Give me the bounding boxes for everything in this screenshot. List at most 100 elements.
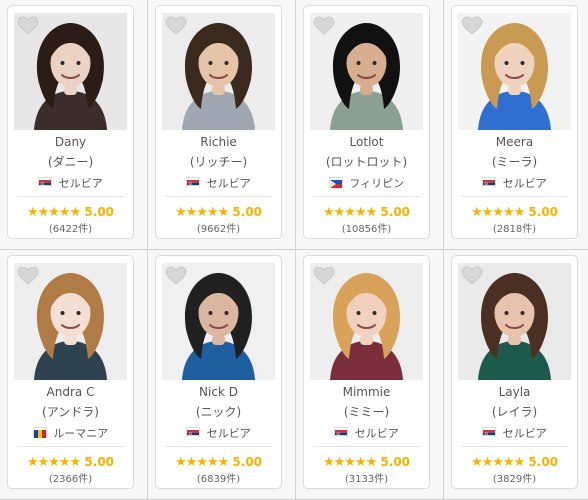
rating-value: 5.00 (528, 205, 559, 219)
teacher-cell: Andra C (アンドラ) ルーマニア ★★★★★ 5.00 (2366件) (0, 250, 148, 500)
favorite-heart-icon[interactable] (17, 266, 39, 286)
serbia-flag-icon (186, 177, 201, 188)
teacher-kana-name: (アンドラ) (42, 405, 99, 419)
teacher-photo[interactable] (310, 13, 423, 130)
teacher-country-label: セルビア (354, 427, 399, 440)
serbia-flag-icon (482, 427, 497, 438)
teacher-photo[interactable] (162, 263, 275, 380)
favorite-heart-icon[interactable] (165, 16, 187, 36)
card-divider (313, 446, 420, 447)
teacher-cell: Dany (ダニー) セルビア ★★★★★ 5.00 (6422件) (0, 0, 148, 250)
rating-stars-icon: ★★★★★ (174, 455, 229, 470)
teacher-kana-name: (ロットロット) (325, 155, 408, 169)
favorite-heart-icon[interactable] (313, 16, 335, 36)
teacher-name[interactable]: Dany (8, 135, 133, 149)
card-divider (165, 446, 272, 447)
teacher-kana-name: (レイラ) (491, 405, 538, 419)
teacher-rating: ★★★★★ 5.00 (452, 455, 577, 470)
teacher-rating: ★★★★★ 5.00 (156, 205, 281, 220)
rating-value: 5.00 (232, 205, 263, 219)
teacher-country: フィリピン (304, 175, 429, 191)
rating-stars-icon: ★★★★★ (26, 455, 81, 470)
rating-stars-icon: ★★★★★ (174, 205, 229, 220)
card-divider (17, 196, 124, 197)
teacher-country-label: セルビア (206, 177, 251, 190)
review-count: (2366件) (48, 474, 93, 485)
rating-value: 5.00 (528, 455, 559, 469)
teacher-name[interactable]: Meera (452, 135, 577, 149)
teacher-rating: ★★★★★ 5.00 (304, 205, 429, 220)
romania-flag-icon (32, 427, 47, 438)
teacher-kana-name: (ダニー) (47, 155, 94, 169)
teacher-cell: Mimmie (ミミー) セルビア ★★★★★ 5.00 (3133件) (296, 250, 444, 500)
teacher-name[interactable]: Lotlot (304, 135, 429, 149)
teacher-country: セルビア (156, 175, 281, 191)
teacher-rating: ★★★★★ 5.00 (8, 205, 133, 220)
philippines-flag-icon (328, 177, 343, 188)
teacher-photo[interactable] (14, 263, 127, 380)
card-divider (461, 446, 568, 447)
teacher-cell: Richie (リッチー) セルビア ★★★★★ 5.00 (9662件) (148, 0, 296, 250)
favorite-heart-icon[interactable] (461, 16, 483, 36)
teacher-card[interactable]: Andra C (アンドラ) ルーマニア ★★★★★ 5.00 (2366件) (7, 255, 134, 489)
teacher-photo[interactable] (458, 13, 571, 130)
teacher-card[interactable]: Meera (ミーラ) セルビア ★★★★★ 5.00 (2818件) (451, 5, 578, 239)
card-divider (313, 196, 420, 197)
teacher-country: ルーマニア (8, 425, 133, 441)
favorite-heart-icon[interactable] (461, 266, 483, 286)
rating-stars-icon: ★★★★★ (322, 455, 377, 470)
teacher-card[interactable]: Richie (リッチー) セルビア ★★★★★ 5.00 (9662件) (155, 5, 282, 239)
rating-stars-icon: ★★★★★ (322, 205, 377, 220)
teacher-name[interactable]: Mimmie (304, 385, 429, 399)
rating-stars-icon: ★★★★★ (26, 205, 81, 220)
card-divider (461, 196, 568, 197)
teacher-name[interactable]: Layla (452, 385, 577, 399)
teacher-cell: Nick D (ニック) セルビア ★★★★★ 5.00 (6839件) (148, 250, 296, 500)
teacher-country-label: セルビア (502, 427, 547, 440)
teacher-country-label: セルビア (502, 177, 547, 190)
teacher-kana-name: (ニック) (195, 405, 242, 419)
teacher-rating: ★★★★★ 5.00 (452, 205, 577, 220)
teacher-country-label: セルビア (58, 177, 103, 190)
favorite-heart-icon[interactable] (17, 16, 39, 36)
teacher-card[interactable]: Dany (ダニー) セルビア ★★★★★ 5.00 (6422件) (7, 5, 134, 239)
teacher-card[interactable]: Mimmie (ミミー) セルビア ★★★★★ 5.00 (3133件) (303, 255, 430, 489)
teacher-name[interactable]: Nick D (156, 385, 281, 399)
teacher-cell: Lotlot (ロットロット) フィリピン ★★★★★ 5.00 (10856件… (296, 0, 444, 250)
teacher-country-label: ルーマニア (53, 427, 109, 440)
review-count: (10856件) (341, 224, 392, 235)
serbia-flag-icon (186, 427, 201, 438)
card-divider (17, 446, 124, 447)
card-divider (165, 196, 272, 197)
favorite-heart-icon[interactable] (313, 266, 335, 286)
teacher-photo[interactable] (310, 263, 423, 380)
review-count: (6839件) (196, 474, 241, 485)
teacher-name[interactable]: Andra C (8, 385, 133, 399)
teacher-country: セルビア (452, 175, 577, 191)
teacher-card[interactable]: Layla (レイラ) セルビア ★★★★★ 5.00 (3829件) (451, 255, 578, 489)
rating-value: 5.00 (84, 455, 115, 469)
rating-stars-icon: ★★★★★ (470, 455, 525, 470)
favorite-heart-icon[interactable] (165, 266, 187, 286)
review-count: (3133件) (344, 474, 389, 485)
teacher-cell: Layla (レイラ) セルビア ★★★★★ 5.00 (3829件) (444, 250, 588, 500)
teacher-rating: ★★★★★ 5.00 (304, 455, 429, 470)
teacher-rating: ★★★★★ 5.00 (8, 455, 133, 470)
rating-stars-icon: ★★★★★ (470, 205, 525, 220)
teacher-card[interactable]: Lotlot (ロットロット) フィリピン ★★★★★ 5.00 (10856件… (303, 5, 430, 239)
teacher-photo[interactable] (162, 13, 275, 130)
teacher-cell: Meera (ミーラ) セルビア ★★★★★ 5.00 (2818件) (444, 0, 588, 250)
rating-value: 5.00 (380, 205, 411, 219)
teacher-card[interactable]: Nick D (ニック) セルビア ★★★★★ 5.00 (6839件) (155, 255, 282, 489)
rating-value: 5.00 (84, 205, 115, 219)
teacher-country: セルビア (8, 175, 133, 191)
teacher-country: セルビア (452, 425, 577, 441)
teacher-photo[interactable] (14, 13, 127, 130)
rating-value: 5.00 (380, 455, 411, 469)
serbia-flag-icon (334, 427, 349, 438)
teacher-name[interactable]: Richie (156, 135, 281, 149)
review-count: (6422件) (48, 224, 93, 235)
teacher-photo[interactable] (458, 263, 571, 380)
teacher-country-label: セルビア (206, 427, 251, 440)
teacher-kana-name: (リッチー) (189, 155, 248, 169)
